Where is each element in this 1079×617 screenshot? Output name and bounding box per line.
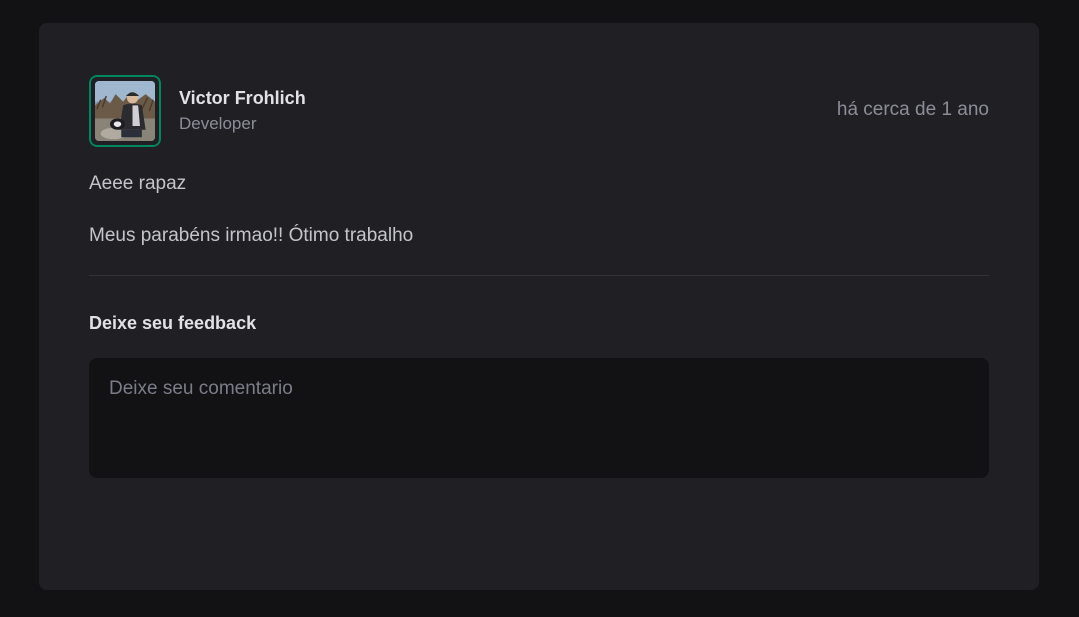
content-paragraph: Meus parabéns irmao!! Ótimo trabalho xyxy=(89,225,414,246)
author-info: Victor Frohlich Developer xyxy=(179,85,306,137)
comment-form: Deixe seu feedback xyxy=(89,312,989,478)
author-role: Developer xyxy=(179,114,257,133)
post-content: Aeee rapaz Meus parabéns irmao!! Ótimo t… xyxy=(89,171,989,249)
author: Victor Frohlich Developer xyxy=(87,73,306,149)
avatar-photo-icon xyxy=(95,81,155,141)
post-header: Victor Frohlich Developer há cerca de 1 … xyxy=(87,71,989,151)
feedback-title: Deixe seu feedback xyxy=(89,313,257,333)
avatar[interactable] xyxy=(87,73,163,149)
published-time: há cerca de 1 ano xyxy=(836,99,989,120)
comment-input[interactable] xyxy=(89,358,989,478)
divider xyxy=(89,275,989,276)
post-card: Victor Frohlich Developer há cerca de 1 … xyxy=(39,23,1039,590)
author-name: Victor Frohlich xyxy=(179,88,306,108)
content-paragraph: Aeee rapaz xyxy=(89,173,187,194)
